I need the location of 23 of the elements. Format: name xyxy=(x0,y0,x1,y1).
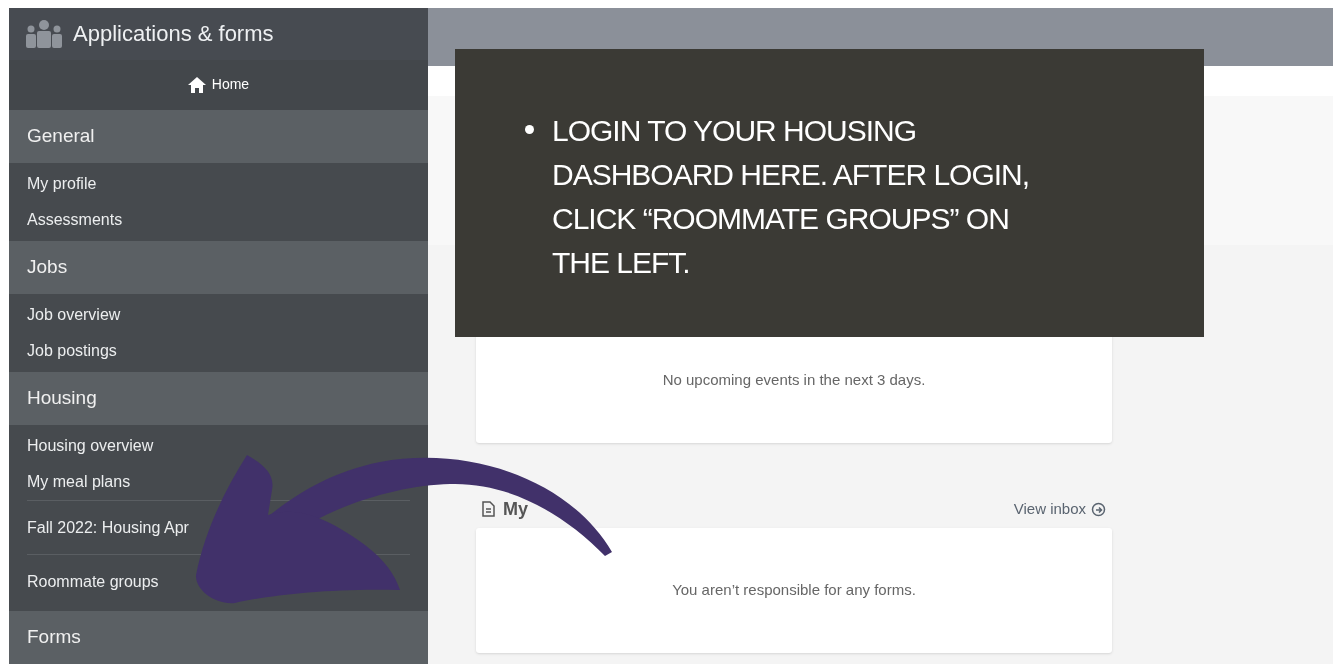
view-inbox-link[interactable]: View inbox xyxy=(1013,497,1106,521)
section-title: My xyxy=(503,497,528,521)
section-heading: Housing xyxy=(9,372,428,425)
home-icon xyxy=(187,76,206,93)
sidebar-link[interactable]: Roommate groups xyxy=(27,569,159,594)
section-heading: General xyxy=(9,110,428,163)
sidebar-link[interactable]: My meal plans xyxy=(27,470,131,494)
empty-message: No upcoming events in the next 3 days. xyxy=(662,370,926,391)
sidebar-link[interactable]: Job overview xyxy=(27,303,121,327)
bullet-icon xyxy=(525,125,534,134)
section-heading: Jobs xyxy=(9,241,428,294)
sidebar-link[interactable]: Housing overview xyxy=(27,434,154,458)
people-icon xyxy=(25,19,63,48)
sidebar-link[interactable]: My profile xyxy=(27,172,97,196)
document-icon xyxy=(482,501,495,517)
callout-text: LOGIN TO YOUR HOUSING DASHBOARD HERE. AFTER LOGIN, CLICK “ROOMMATE GROUPS” ON THE LEFT. xyxy=(552,113,1031,281)
sidebar-link[interactable]: Assessments xyxy=(27,208,123,232)
sidebar-link[interactable]: Job postings xyxy=(27,339,117,363)
empty-message: You aren’t responsible for any forms. xyxy=(672,580,916,601)
arrow-circle-icon xyxy=(1091,501,1106,517)
sidebar-link[interactable]: Fall 2022: Housing Apr xyxy=(27,515,189,540)
section-heading: Forms xyxy=(9,611,428,664)
sidebar-title: Applications & forms xyxy=(73,20,274,49)
